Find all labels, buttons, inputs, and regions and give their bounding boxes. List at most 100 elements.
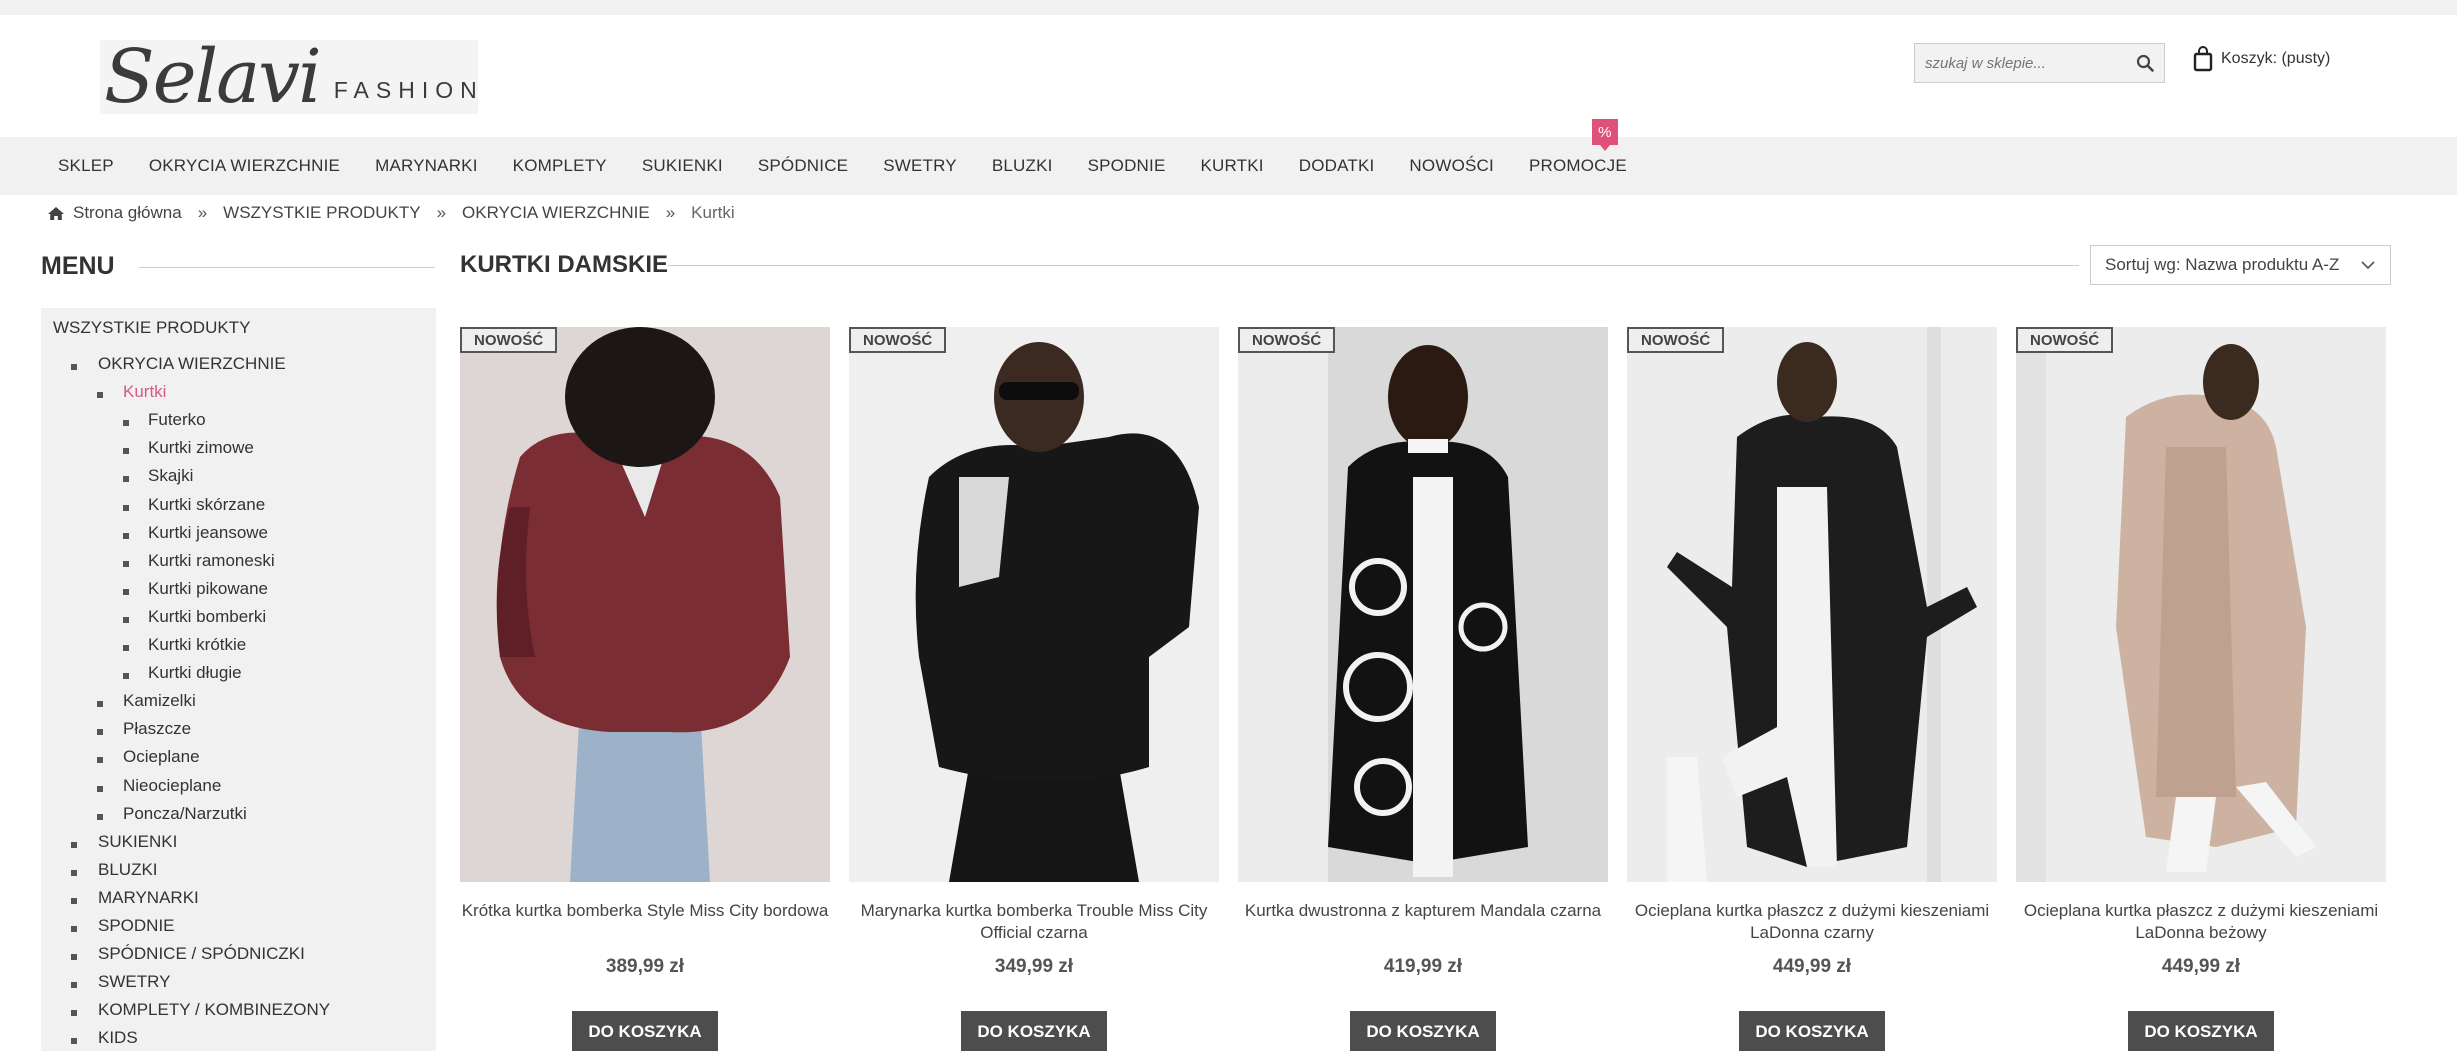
sidebar-item-poncza-narzutki[interactable]: Poncza/Narzutki: [123, 804, 247, 824]
breadcrumb-separator: »: [436, 203, 447, 222]
chevron-down-icon: [2361, 261, 2375, 270]
home-icon[interactable]: [47, 206, 65, 221]
sidebar-item-nieocieplane[interactable]: Nieocieplane: [123, 776, 221, 796]
product-image[interactable]: NOWOŚĆ: [460, 327, 830, 882]
product-photo: [1238, 327, 1608, 882]
sidebar-item-kamizelki[interactable]: Kamizelki: [123, 691, 196, 711]
sort-select[interactable]: Sortuj wg: Nazwa produktu A-Z: [2090, 245, 2391, 285]
nav-item-marynarki[interactable]: MARYNARKI: [375, 156, 478, 176]
nav-item-okrycia-wierzchnie[interactable]: OKRYCIA WIERZCHNIE: [149, 156, 340, 176]
product-name[interactable]: Ocieplana kurtka płaszcz z dużymi kiesze…: [2016, 900, 2386, 944]
sidebar-item-outerwear[interactable]: OKRYCIA WIERZCHNIE: [98, 354, 286, 374]
nav-item-bluzki[interactable]: BLUZKI: [992, 156, 1053, 176]
list-bullet: [123, 645, 129, 651]
sidebar-item-kurtki-zimowe[interactable]: Kurtki zimowe: [148, 438, 254, 458]
nav-item-komplety[interactable]: KOMPLETY: [513, 156, 607, 176]
product-name[interactable]: Ocieplana kurtka płaszcz z dużymi kiesze…: [1627, 900, 1997, 944]
sidebar-item-kurtki-skorzane[interactable]: Kurtki skórzane: [148, 495, 265, 515]
add-to-cart-button[interactable]: DO KOSZYKA: [961, 1011, 1107, 1051]
search-icon: [2136, 54, 2154, 72]
sidebar-item-ocieplane[interactable]: Ocieplane: [123, 747, 200, 767]
sidebar-item-kurtki-pikowane[interactable]: Kurtki pikowane: [148, 579, 268, 599]
sidebar-item-kurtki-active[interactable]: Kurtki: [123, 382, 166, 402]
product-image[interactable]: NOWOŚĆ: [2016, 327, 2386, 882]
logo-word: FASHION: [333, 76, 484, 103]
list-bullet: [97, 729, 103, 735]
product-photo: [460, 327, 830, 882]
product-price: 349,99 zł: [994, 956, 1074, 977]
product-card: NOWOŚĆ Krótka kurtka bomberka Style Miss…: [460, 327, 830, 1051]
product-image[interactable]: NOWOŚĆ: [1627, 327, 1997, 882]
sidebar-item-marynarki[interactable]: MARYNARKI: [98, 888, 199, 908]
nav-item-promocje[interactable]: PROMOCJE %: [1528, 119, 1627, 176]
new-badge: NOWOŚĆ: [849, 327, 947, 353]
add-to-cart-button[interactable]: DO KOSZYKA: [572, 1011, 718, 1051]
nav-item-sklep[interactable]: SKLEP: [58, 156, 114, 176]
product-image[interactable]: NOWOŚĆ: [1238, 327, 1608, 882]
add-to-cart-button[interactable]: DO KOSZYKA: [1739, 1011, 1885, 1051]
sidebar-item-spodnice[interactable]: SPÓDNICE / SPÓDNICZKI: [98, 944, 305, 964]
category-sidebar: WSZYSTKIE PRODUKTY OKRYCIA WIERZCHNIE Ku…: [41, 308, 436, 1051]
list-bullet: [123, 561, 129, 567]
sidebar-item-plaszcze[interactable]: Płaszcze: [123, 719, 191, 739]
main-nav: SKLEP OKRYCIA WIERZCHNIE MARYNARKI KOMPL…: [0, 119, 2457, 195]
sidebar-item-skajki[interactable]: Skajki: [148, 466, 193, 486]
nav-item-swetry[interactable]: SWETRY: [883, 156, 957, 176]
nav-item-promocje-label: PROMOCJE: [1528, 156, 1627, 175]
sidebar-title-divider: [139, 267, 435, 268]
logo[interactable]: Selavi FASHION: [100, 40, 478, 114]
product-card: NOWOŚĆ Ocieplana kurtka płaszcz z dużymi…: [1627, 327, 1997, 1051]
top-strip: [0, 0, 2457, 15]
shopping-bag-icon: [2193, 46, 2213, 72]
search-button[interactable]: [2126, 44, 2164, 82]
sidebar-item-kids[interactable]: KIDS: [98, 1028, 138, 1048]
list-bullet: [97, 392, 103, 398]
product-price: 419,99 zł: [1383, 956, 1463, 977]
product-photo: [1627, 327, 1997, 882]
breadcrumb-home[interactable]: Strona główna: [73, 203, 182, 223]
sidebar-item-swetry[interactable]: SWETRY: [98, 972, 170, 992]
sidebar-item-kurtki-dlugie[interactable]: Kurtki długie: [148, 663, 242, 683]
sidebar-item-sukienki[interactable]: SUKIENKI: [98, 832, 177, 852]
sidebar-item-kurtki-krotkie[interactable]: Kurtki krótkie: [148, 635, 246, 655]
list-bullet: [123, 617, 129, 623]
list-bullet: [97, 701, 103, 707]
add-to-cart-button[interactable]: DO KOSZYKA: [2128, 1011, 2274, 1051]
list-bullet: [71, 926, 77, 932]
search-input[interactable]: [1915, 44, 2126, 82]
list-bullet: [123, 505, 129, 511]
new-badge: NOWOŚĆ: [460, 327, 558, 353]
nav-item-spodnice[interactable]: SPÓDNICE: [758, 156, 848, 176]
sidebar-item-futerko[interactable]: Futerko: [148, 410, 206, 430]
nav-item-dodatki[interactable]: DODATKI: [1299, 156, 1375, 176]
product-image[interactable]: NOWOŚĆ: [849, 327, 1219, 882]
list-bullet: [97, 814, 103, 820]
cart-link[interactable]: Koszyk: (pusty): [2193, 46, 2330, 72]
product-card: NOWOŚĆ Ocieplana kurtka płaszcz z dużymi…: [2016, 327, 2386, 1051]
list-bullet: [123, 420, 129, 426]
nav-item-kurtki[interactable]: KURTKI: [1200, 156, 1263, 176]
nav-item-sukienki[interactable]: SUKIENKI: [642, 156, 723, 176]
sidebar-item-kurtki-ramoneski[interactable]: Kurtki ramoneski: [148, 551, 275, 571]
breadcrumb-outerwear[interactable]: OKRYCIA WIERZCHNIE: [462, 203, 650, 223]
sidebar-item-kurtki-bomberki[interactable]: Kurtki bomberki: [148, 607, 266, 627]
add-to-cart-button[interactable]: DO KOSZYKA: [1350, 1011, 1496, 1051]
product-name[interactable]: Kurtka dwustronna z kapturem Mandala cza…: [1238, 900, 1608, 944]
list-bullet: [97, 786, 103, 792]
sidebar-item-kurtki-jeansowe[interactable]: Kurtki jeansowe: [148, 523, 268, 543]
product-card: NOWOŚĆ Marynarka kurtka bomberka Trouble…: [849, 327, 1219, 1051]
product-name[interactable]: Krótka kurtka bomberka Style Miss City b…: [460, 900, 830, 944]
product-name[interactable]: Marynarka kurtka bomberka Trouble Miss C…: [849, 900, 1219, 944]
list-bullet: [123, 476, 129, 482]
logo-script: Selavi: [104, 34, 322, 120]
list-bullet: [71, 842, 77, 848]
breadcrumb-all-products[interactable]: WSZYSTKIE PRODUKTY: [223, 203, 420, 223]
sidebar-item-all-products[interactable]: WSZYSTKIE PRODUKTY: [53, 318, 250, 338]
product-card: NOWOŚĆ Kurtka dwustronna z kapturem Mand…: [1238, 327, 1608, 1051]
sidebar-item-bluzki[interactable]: BLUZKI: [98, 860, 158, 880]
nav-item-nowosci[interactable]: NOWOŚCI: [1409, 156, 1494, 176]
nav-item-spodnie[interactable]: SPODNIE: [1088, 156, 1166, 176]
sidebar-item-komplety[interactable]: KOMPLETY / KOMBINEZONY: [98, 1000, 330, 1020]
sidebar-item-spodnie[interactable]: SPODNIE: [98, 916, 175, 936]
list-bullet: [71, 1038, 77, 1044]
